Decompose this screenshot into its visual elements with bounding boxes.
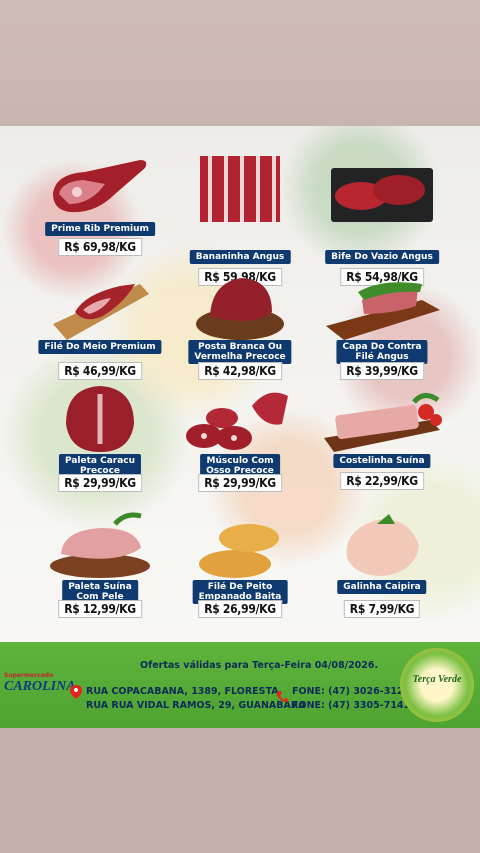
capa-contra-file-image — [326, 282, 440, 340]
product-price: R$ 7,99/KG — [343, 600, 421, 618]
costelinha-image — [324, 393, 442, 452]
terca-verde-badge: Terça Verde — [400, 648, 474, 722]
location-pin-icon — [70, 685, 82, 699]
product-card[interactable]: Costelinha Suína R$ 22,99/KG — [312, 384, 452, 524]
logo-subtitle: Supermercado — [4, 672, 54, 679]
product-card[interactable]: Paleta Caracu Precoce R$ 29,99/KG — [30, 384, 170, 524]
product-name: Bananinha Angus — [189, 250, 291, 264]
footer: Supermercado CAROLINA Ofertas válidas pa… — [0, 642, 480, 728]
product-name: Prime Rib Premium — [45, 222, 155, 236]
product-name: Posta Branca Ou Vermelha Precoce — [188, 340, 292, 364]
product-price: R$ 29,99/KG — [198, 474, 282, 492]
product-card[interactable]: Galinha Caipira R$ 7,99/KG — [312, 510, 452, 650]
file-do-meio-image — [53, 284, 149, 340]
posta-branca-image — [196, 278, 284, 340]
product-card[interactable]: Paleta Suína Com Pele R$ 12,99/KG — [30, 510, 170, 650]
bananinha-image — [200, 156, 280, 222]
product-price: R$ 42,98/KG — [198, 362, 282, 380]
product-card[interactable]: Músculo Com Osso Precoce R$ 29,99/KG — [170, 384, 310, 524]
store-logo: Supermercado CAROLINA — [4, 672, 76, 698]
product-price: R$ 26,99/KG — [198, 600, 282, 618]
product-price: R$ 46,99/KG — [58, 362, 142, 380]
product-price: R$ 22,99/KG — [340, 472, 424, 490]
product-name: Galinha Caipira — [337, 580, 427, 594]
phone-icon — [276, 691, 288, 703]
product-name: Filé Do Meio Premium — [38, 340, 162, 354]
product-card[interactable]: Filé De Peito Empanado Baita R$ 26,99/KG — [170, 510, 310, 650]
phone-1: FONE: (47) 3026-3129 — [292, 686, 411, 697]
flyer: Prime Rib Premium R$ 69,98/KG Bananinha … — [0, 126, 480, 728]
product-price: R$ 39,99/KG — [340, 362, 424, 380]
product-price: R$ 12,99/KG — [58, 600, 142, 618]
product-name: Costelinha Suína — [333, 454, 431, 468]
address-1: RUA COPACABANA, 1389, FLORESTA — [86, 686, 279, 697]
product-name: Bife Do Vazio Angus — [325, 250, 439, 264]
logo-text: CAROLINA — [4, 679, 76, 694]
offer-validity: Ofertas válidas para Terça-Feira 04/08/2… — [140, 660, 379, 671]
paleta-suina-image — [50, 512, 150, 578]
galinha-image — [346, 514, 419, 576]
address-2: RUA RUA VIDAL RAMOS, 29, GUANABARA — [86, 700, 306, 711]
product-price: R$ 29,99/KG — [58, 474, 142, 492]
phone-2: FONE: (47) 3305-7141 — [292, 700, 411, 711]
file-empanado-image — [199, 524, 279, 578]
paleta-caracu-image — [66, 386, 134, 452]
bife-vazio-image — [331, 168, 433, 222]
prime-rib-image — [53, 160, 147, 213]
product-name: Capa Do Contra Filé Angus — [336, 340, 428, 364]
product-price: R$ 69,98/KG — [58, 238, 142, 256]
musculo-image — [186, 392, 288, 450]
badge-text: Terça Verde — [412, 674, 462, 685]
